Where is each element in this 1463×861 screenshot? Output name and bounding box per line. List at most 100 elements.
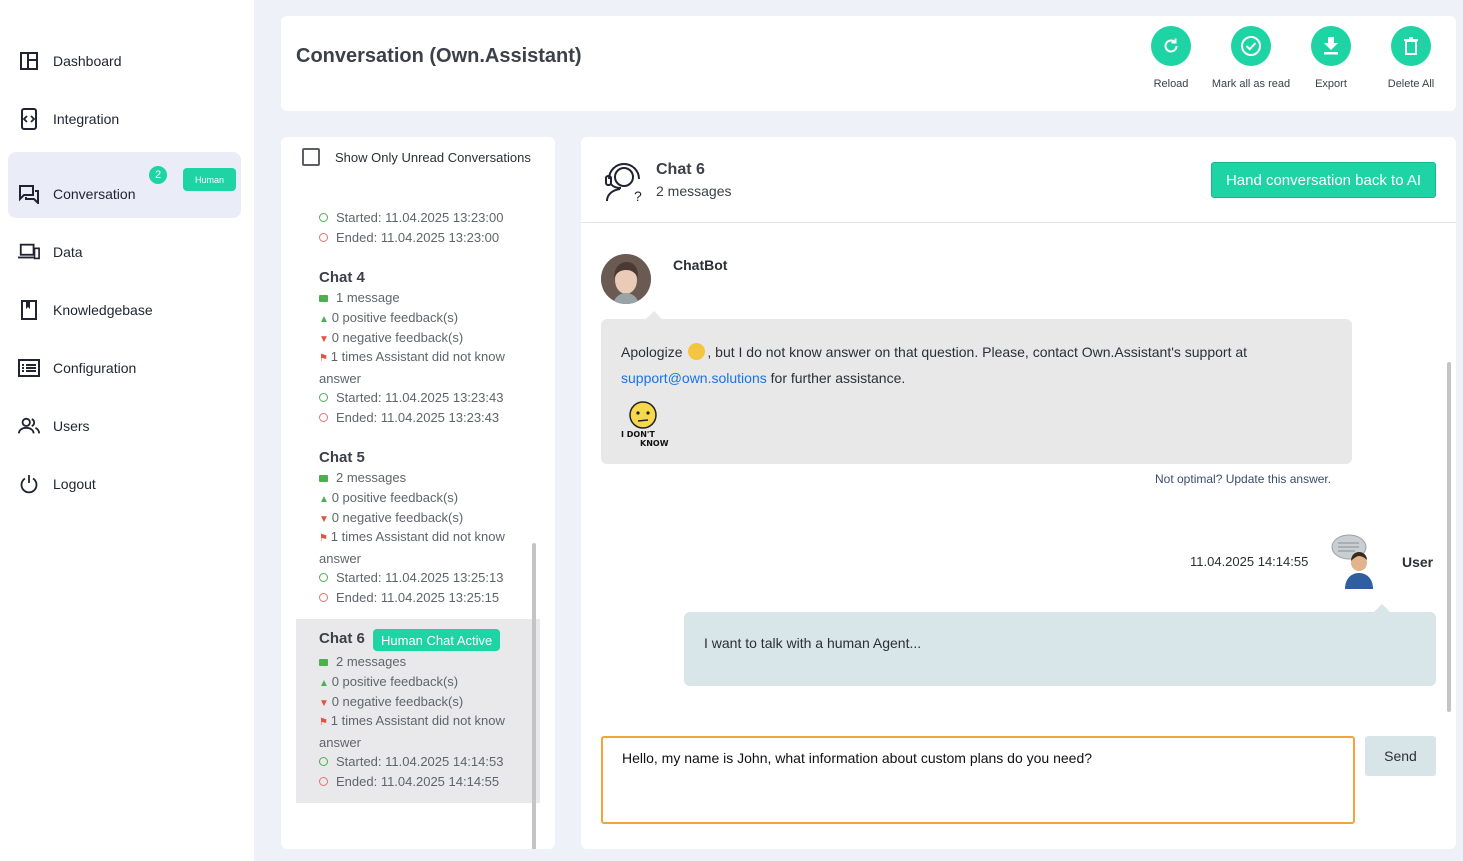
- chat-item-title[interactable]: Chat 4: [319, 269, 365, 286]
- positive-line: ▲ 0 positive feedback(s): [319, 490, 459, 505]
- update-answer-link[interactable]: Not optimal? Update this answer.: [1155, 472, 1331, 486]
- hand-back-to-ai-button[interactable]: Hand conversation back to AI: [1211, 162, 1436, 198]
- reload-button[interactable]: [1151, 26, 1191, 66]
- chat-panel: ? Chat 6 2 messages Hand conversation ba…: [581, 137, 1456, 849]
- ended-line: Ended: 11.04.2025 13:23:00: [319, 230, 499, 245]
- sidebar-item-integration[interactable]: Integration: [8, 94, 241, 144]
- started-line: Started: 11.04.2025 13:25:13: [319, 570, 503, 585]
- user-message: I want to talk with a human Agent...: [684, 612, 1436, 686]
- sidebar-item-label: Integration: [53, 111, 120, 127]
- started-line: Started: 11.04.2025 14:14:53: [319, 754, 503, 769]
- message-icon: [319, 295, 328, 302]
- positive-line: ▲ 0 positive feedback(s): [319, 674, 459, 689]
- started-line: Started: 11.04.2025 13:23:00: [319, 210, 503, 225]
- clock-icon: [319, 233, 328, 242]
- unread-filter-label: Show Only Unread Conversations: [335, 149, 531, 165]
- chat-title: Chat 6: [656, 161, 705, 178]
- messages-line: 2 messages: [319, 654, 406, 669]
- sidebar-item-label: Logout: [53, 476, 96, 492]
- message-icon: [319, 659, 328, 666]
- trash-icon: [1404, 37, 1418, 55]
- sidebar: Dashboard Integration Conversation 2 Hum…: [0, 0, 254, 861]
- messages-line: 1 message: [319, 290, 400, 305]
- conversation-list-scroll[interactable]: Started: 11.04.2025 13:23:00 Ended: 11.0…: [281, 205, 555, 849]
- list-scrollbar[interactable]: [532, 543, 536, 849]
- clock-icon: [319, 413, 328, 422]
- export-action: Export: [1286, 26, 1376, 90]
- user-message-text: I want to talk with a human Agent...: [704, 635, 922, 651]
- negative-line: ▼ 0 negative feedback(s): [319, 330, 464, 345]
- sidebar-item-label: Data: [53, 244, 83, 260]
- reload-label: Reload: [1153, 78, 1189, 90]
- book-icon: [18, 299, 40, 321]
- download-icon: [1324, 37, 1338, 55]
- reload-action: Reload: [1126, 26, 1216, 90]
- support-email-link[interactable]: support@own.solutions: [621, 370, 767, 386]
- thumb-up-icon: ▲: [319, 494, 332, 505]
- flag-icon: ⚑: [319, 353, 331, 364]
- delete-all-action: Delete All: [1366, 26, 1456, 90]
- chat-message-count: 2 messages: [656, 183, 732, 199]
- sidebar-item-dashboard[interactable]: Dashboard: [8, 36, 241, 86]
- chatbot-message: Apologize , but I do not know answer on …: [601, 319, 1352, 464]
- sidebar-item-users[interactable]: Users: [8, 401, 241, 451]
- started-line: Started: 11.04.2025 13:23:43: [319, 390, 503, 405]
- i-dont-know-sticker-icon: I DON'T KNOW: [621, 401, 671, 448]
- clock-icon: [319, 393, 328, 402]
- chatbot-name: ChatBot: [673, 257, 728, 273]
- message-icon: [319, 475, 328, 482]
- chat-item-title[interactable]: Chat 6: [319, 630, 365, 647]
- clock-icon: [319, 757, 328, 766]
- reply-input[interactable]: Hello, my name is John, what information…: [601, 736, 1355, 824]
- mark-all-read-button[interactable]: [1231, 26, 1271, 66]
- chatbot-avatar: [601, 254, 651, 304]
- chat-scrollbar[interactable]: [1447, 362, 1451, 712]
- sidebar-item-logout[interactable]: Logout: [8, 459, 241, 509]
- unknown-line: ⚑ 1 times Assistant did not know answer: [319, 529, 505, 566]
- clock-icon: [319, 777, 328, 786]
- sidebar-item-configuration[interactable]: Configuration: [8, 343, 241, 393]
- mark-read-action: Mark all as read: [1206, 26, 1296, 90]
- thumb-down-icon: ▼: [319, 334, 332, 345]
- unread-only-checkbox[interactable]: [302, 148, 320, 166]
- flag-icon: ⚑: [319, 533, 331, 544]
- thumb-down-icon: ▼: [319, 698, 332, 709]
- unread-count-badge: 2: [149, 166, 167, 184]
- export-button[interactable]: [1311, 26, 1351, 66]
- conversation-icon: [18, 183, 40, 205]
- delete-all-button[interactable]: [1391, 26, 1431, 66]
- svg-text:I DON'T: I DON'T: [621, 430, 655, 439]
- flag-icon: ⚑: [319, 717, 331, 728]
- check-circle-icon: [1241, 36, 1261, 56]
- chat-item-title[interactable]: Chat 5: [319, 449, 365, 466]
- sidebar-item-label: Knowledgebase: [53, 302, 153, 318]
- user-name: User: [1402, 554, 1434, 570]
- thumb-down-icon: ▼: [319, 514, 332, 525]
- dashboard-icon: [18, 50, 40, 72]
- sidebar-item-label: Configuration: [53, 360, 137, 376]
- sidebar-item-knowledgebase[interactable]: Knowledgebase: [8, 285, 241, 335]
- sidebar-item-label: Conversation: [53, 186, 136, 202]
- sidebar-item-data[interactable]: Data: [8, 227, 241, 277]
- thumb-up-icon: ▲: [319, 678, 332, 689]
- ended-line: Ended: 11.04.2025 13:23:43: [319, 410, 499, 425]
- negative-line: ▼ 0 negative feedback(s): [319, 510, 464, 525]
- user-avatar: [1329, 533, 1385, 589]
- send-button[interactable]: Send: [1365, 736, 1436, 776]
- messages-line: 2 messages: [319, 470, 406, 485]
- chatbot-message-text: Apologize , but I do not know answer on …: [621, 343, 1248, 386]
- mark-all-read-label: Mark all as read: [1211, 78, 1291, 90]
- page-header: Conversation (Own.Assistant) Reload Mark…: [281, 16, 1456, 111]
- human-tag: Human: [183, 168, 236, 191]
- sidebar-item-conversation[interactable]: Conversation 2 Human: [8, 152, 241, 218]
- negative-line: ▼ 0 negative feedback(s): [319, 694, 464, 709]
- svg-text:?: ?: [634, 188, 642, 203]
- message-timestamp: 11.04.2025 14:14:55: [1190, 554, 1309, 569]
- power-icon: [18, 473, 40, 495]
- clock-icon: [319, 213, 328, 222]
- list-icon: [18, 357, 40, 379]
- clock-icon: [319, 593, 328, 602]
- devices-icon: [18, 241, 40, 263]
- svg-text:KNOW: KNOW: [640, 439, 669, 447]
- support-agent-icon: ?: [601, 157, 647, 208]
